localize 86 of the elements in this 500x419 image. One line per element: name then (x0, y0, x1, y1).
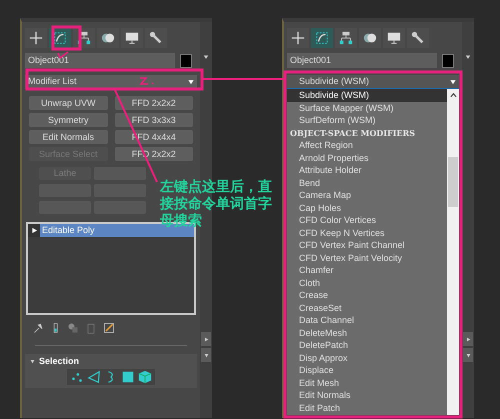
color-swatch[interactable] (180, 54, 192, 68)
configure-icon[interactable] (103, 322, 115, 334)
highlight-frame (52, 26, 82, 50)
modifier-list-dropdown[interactable]: Subdivide (WSM) (287, 75, 459, 89)
curve-icon (315, 31, 329, 45)
caret-down-icon (450, 78, 456, 84)
caret-down-icon[interactable] (30, 359, 35, 364)
panel-tab[interactable] (287, 28, 309, 48)
dropdown-option[interactable]: CFD Keep N Vertices (287, 226, 447, 239)
cube-icon[interactable] (138, 370, 152, 384)
triangle-edge-icon[interactable] (87, 370, 101, 384)
dropdown-option[interactable]: Affect Region (287, 139, 447, 152)
modifier-button[interactable]: Edit Normals (29, 130, 108, 144)
panel-tab[interactable] (25, 28, 47, 48)
modifier-button[interactable]: FFD 3x3x3 (114, 113, 193, 127)
chevron-up-icon[interactable] (450, 92, 456, 99)
dropdown-option[interactable]: Edit Patch (287, 402, 447, 414)
caret-right-icon (30, 227, 38, 234)
dropdown-option[interactable]: Bend (287, 176, 447, 189)
curve-icon (53, 31, 67, 45)
panel-tab[interactable] (407, 28, 429, 48)
dropdown-option[interactable]: Arnold Properties (287, 152, 447, 164)
list-section-header: OBJECT-SPACE MODIFIERS (289, 126, 416, 139)
caret-right-icon (466, 336, 470, 342)
dropdown-option[interactable]: CFD Vertex Paint Velocity (287, 252, 447, 264)
plus-icon (29, 31, 43, 45)
dropdown-option[interactable]: Edit Mesh (287, 376, 447, 389)
modifier-button[interactable]: FFD 2x2x2 (114, 96, 193, 110)
pin-icon[interactable] (33, 322, 45, 334)
dropdown-option[interactable]: Cloth (287, 276, 447, 289)
dropdown-option[interactable]: DeletePatch (287, 339, 447, 352)
circles-icon (101, 31, 115, 45)
plus-icon (291, 31, 305, 45)
panel-tab[interactable] (359, 28, 381, 48)
expand-button[interactable] (28, 224, 40, 237)
dropdown-option[interactable]: Crease (287, 289, 447, 302)
panel-tab[interactable] (335, 28, 357, 48)
rollout-title[interactable]: Selection (39, 354, 80, 368)
polygon-icon[interactable] (121, 370, 135, 384)
object-name-field[interactable]: Object001 (25, 53, 175, 68)
caret-down-icon[interactable] (203, 54, 209, 60)
hierarchy-icon (339, 31, 353, 45)
scrollbar-thumb[interactable] (448, 157, 458, 207)
dropdown-option[interactable]: Edit Normals (287, 389, 447, 402)
dropdown-option[interactable]: Data Channel (287, 314, 447, 326)
pen-scribble (139, 77, 154, 85)
vertex-icon[interactable] (70, 370, 84, 384)
dropdown-option[interactable]: DeleteMesh (287, 326, 447, 339)
scroll-down-button[interactable] (201, 348, 211, 362)
panel-tab[interactable] (121, 28, 143, 48)
monitor-icon (387, 31, 401, 45)
caret-down-icon[interactable] (465, 54, 471, 60)
dropdown-option[interactable]: Cap Holes (287, 202, 447, 214)
caret-down-icon (466, 352, 470, 358)
wrench-icon (149, 31, 163, 45)
dropdown-option[interactable]: Chamfer (287, 264, 447, 276)
modifier-list-dropdown[interactable]: Modifier List (25, 75, 197, 89)
circles-icon (363, 31, 377, 45)
dropdown-option[interactable]: CFD Color Vertices (287, 214, 447, 226)
dropdown-option[interactable]: Camera Map (287, 189, 447, 202)
dropdown-option[interactable]: SurfDeform (WSM) (287, 114, 447, 126)
dropdown-option[interactable]: Subdivide (WSM) (287, 89, 447, 102)
dropdown-option[interactable]: Surface Mapper (WSM) (287, 102, 447, 114)
panel-tab[interactable] (311, 28, 333, 48)
caret-right-icon (204, 336, 208, 342)
caret-down-icon (188, 79, 194, 85)
modifier-button[interactable]: Symmetry (29, 113, 108, 127)
object-name-field[interactable]: Object001 (287, 53, 437, 68)
modifier-button[interactable]: Unwrap UVW (29, 96, 108, 110)
dropdown-option[interactable]: Attribute Holder (287, 164, 447, 176)
color-swatch[interactable] (442, 54, 454, 68)
scroll-right-button[interactable] (201, 332, 211, 346)
panel-tab[interactable] (97, 28, 119, 48)
dropdown-option[interactable]: Displace (287, 364, 447, 376)
scroll-down-button[interactable] (463, 348, 473, 362)
scroll-right-button[interactable] (463, 332, 473, 346)
panel-tab[interactable] (145, 28, 167, 48)
scrollbar[interactable] (447, 89, 459, 415)
wrench-icon (411, 31, 425, 45)
dropdown-option[interactable]: Disp Approx (287, 352, 447, 364)
dropdown-option[interactable]: CFD Vertex Paint Channel (287, 239, 447, 252)
panel-tab[interactable] (383, 28, 405, 48)
caret-down-icon (204, 352, 208, 358)
dropdown-option[interactable]: CreaseSet (287, 302, 447, 314)
monitor-icon (125, 31, 139, 45)
hierarchy-icon (77, 31, 91, 45)
